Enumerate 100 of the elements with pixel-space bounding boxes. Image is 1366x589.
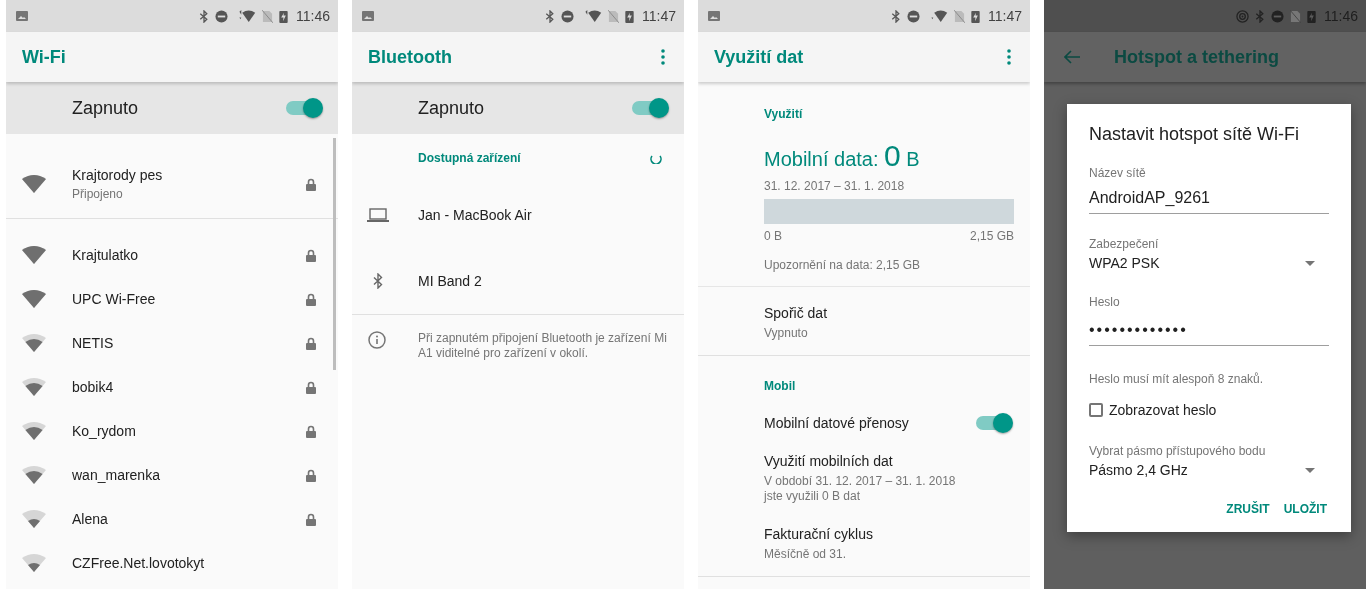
dialog-title: Nastavit hotspot sítě Wi-Fi (1089, 124, 1301, 145)
device-name: MI Band 2 (418, 273, 482, 289)
lock-icon (306, 468, 316, 482)
network-row[interactable]: wan_marenka (6, 453, 338, 497)
password-field[interactable]: ••••••••••••• (1089, 309, 1329, 346)
wifi-signal-icon (22, 510, 46, 528)
network-name: CZFree.Net.lovotokyt (72, 555, 206, 571)
checkbox[interactable] (1089, 403, 1103, 417)
bluetooth-icon (1255, 9, 1265, 23)
lock-icon (306, 248, 316, 262)
more-options-icon[interactable] (661, 49, 665, 65)
toggle-switch[interactable] (286, 101, 320, 115)
screen-title: Bluetooth (368, 46, 453, 68)
network-row[interactable]: Ko_rydom (6, 409, 338, 453)
field-label: Vybrat pásmo přístupového bodu (1089, 444, 1267, 458)
switch-label: Zapnuto (418, 97, 486, 119)
pref-title: Spořič dat (764, 305, 829, 321)
network-status: Připojeno (72, 187, 124, 201)
dialog-button[interactable]: ZRUŠIT (1224, 498, 1272, 520)
screen-title: Hotspot a tethering (1114, 46, 1280, 68)
field-label: Název sítě (1089, 166, 1147, 180)
lock-icon (306, 380, 316, 394)
field-label: Heslo (1089, 295, 1121, 309)
image-notification-icon (708, 11, 720, 21)
checkbox-label: Zobrazovat heslo (1109, 402, 1217, 418)
lock-icon (306, 424, 316, 438)
device-row[interactable]: MI Band 2 (352, 248, 684, 314)
network-row[interactable]: Krajtulatko (6, 233, 338, 277)
switch-label: Mobilní datové přenosy (764, 415, 910, 431)
bluetooth-icon (373, 273, 383, 289)
more-options-icon[interactable] (1007, 49, 1011, 65)
mobile-data-switch-row[interactable]: Mobilní datové přenosy (764, 415, 1014, 431)
network-name: Krajtulatko (72, 247, 140, 263)
section-title: Dostupná zařízení (418, 151, 522, 165)
toggle-switch[interactable] (976, 416, 1010, 430)
do-not-disturb-icon (907, 9, 920, 23)
network-name: Alena (72, 511, 109, 527)
usage-max-label: 2,15 GB (969, 229, 1014, 243)
network-name: UPC Wi-Free (72, 291, 157, 307)
settings-item[interactable]: Fakturační cyklus Měsíčně od 31. (764, 526, 1014, 562)
wifi-signal-icon (22, 290, 46, 308)
bluetooth-icon (891, 9, 901, 23)
security-dropdown[interactable]: WPA2 PSK (1089, 255, 1329, 271)
image-notification-icon (16, 11, 28, 21)
network-name: NETIS (72, 335, 115, 351)
no-sim-icon (1290, 9, 1301, 23)
show-password-checkbox-row[interactable]: Zobrazovat heslo (1089, 402, 1329, 418)
device-name: Jan - MacBook Air (418, 207, 532, 223)
settings-item[interactable]: Využití mobilních dat V období 31. 12. 2017 – 31. 1. 2018 jste využili 0 B dat (764, 453, 1014, 504)
pref-title: Využití mobilních dat (764, 453, 894, 469)
network-name-field[interactable]: AndroidAP_9261 (1089, 180, 1329, 214)
lock-icon (306, 292, 316, 306)
band-dropdown[interactable]: Pásmo 2,4 GHz (1089, 462, 1329, 478)
network-row[interactable]: Alena (6, 497, 338, 541)
bluetooth-icon (545, 9, 555, 23)
pref-title: Fakturační cyklus (764, 526, 874, 542)
wifi-signal-icon (22, 334, 46, 352)
wifi-signal-icon (22, 175, 46, 193)
battery-charging-icon (971, 9, 980, 23)
dropdown-caret-icon (1305, 260, 1315, 266)
hotspot-icon (1236, 9, 1249, 23)
master-switch-row[interactable]: Zapnuto (352, 82, 684, 134)
section-title: Mobil (764, 379, 797, 393)
pref-summary: V období 31. 12. 2017 – 31. 1. 2018 jste využili 0 B dat (764, 474, 957, 504)
wifi-signal-icon (22, 554, 46, 572)
field-label: Zabezpečení (1089, 237, 1160, 251)
battery-charging-icon (1307, 9, 1316, 23)
mobile-data-total: Mobilní data: 0 B (764, 139, 921, 173)
usage-period: 31. 12. 2017 – 31. 1. 2018 (764, 179, 906, 193)
do-not-disturb-icon (1271, 9, 1284, 23)
toggle-switch[interactable] (632, 101, 666, 115)
do-not-disturb-icon (561, 9, 574, 23)
lock-icon (306, 512, 316, 526)
wifi-signal-icon (22, 422, 46, 440)
pref-summary: Vypnuto (764, 326, 809, 341)
visibility-info-text: Při zapnutém připojení Bluetooth je zařízení Mi A1 viditelné pro zařízení v okolí. (418, 331, 668, 361)
no-sim-icon (608, 9, 619, 23)
do-not-disturb-icon (215, 9, 228, 23)
network-name: Krajtorody pes (72, 167, 164, 183)
network-name: wan_marenka (72, 467, 161, 483)
pref-summary: Měsíčně od 31. (764, 547, 848, 562)
wifi-signal-icon (22, 246, 46, 264)
network-row[interactable]: UPC Wi-Free (6, 277, 338, 321)
master-switch-row[interactable]: Zapnuto (6, 82, 338, 134)
network-row[interactable]: CZFree.Net.lovotokyt (6, 541, 338, 585)
usage-min-label: 0 B (764, 229, 782, 243)
no-sim-icon (954, 9, 965, 23)
network-name: bobik4 (72, 379, 115, 395)
screen-title: Využití dat (714, 46, 805, 68)
battery-charging-icon (279, 9, 288, 23)
data-saver-item[interactable]: Spořič dat Vypnuto (698, 287, 1030, 356)
network-name: Ko_rydom (72, 423, 137, 439)
network-row[interactable]: NETIS (6, 321, 338, 365)
section-title: Využití (764, 107, 804, 121)
status-time: 11:47 (988, 8, 1022, 24)
data-warning-text: Upozornění na data: 2,15 GB (764, 258, 922, 272)
device-row[interactable]: Jan - MacBook Air (352, 182, 684, 248)
network-row[interactable]: bobik4 (6, 365, 338, 409)
dialog-button[interactable]: ULOŽIT (1281, 498, 1329, 520)
status-time: 11:47 (642, 8, 676, 24)
